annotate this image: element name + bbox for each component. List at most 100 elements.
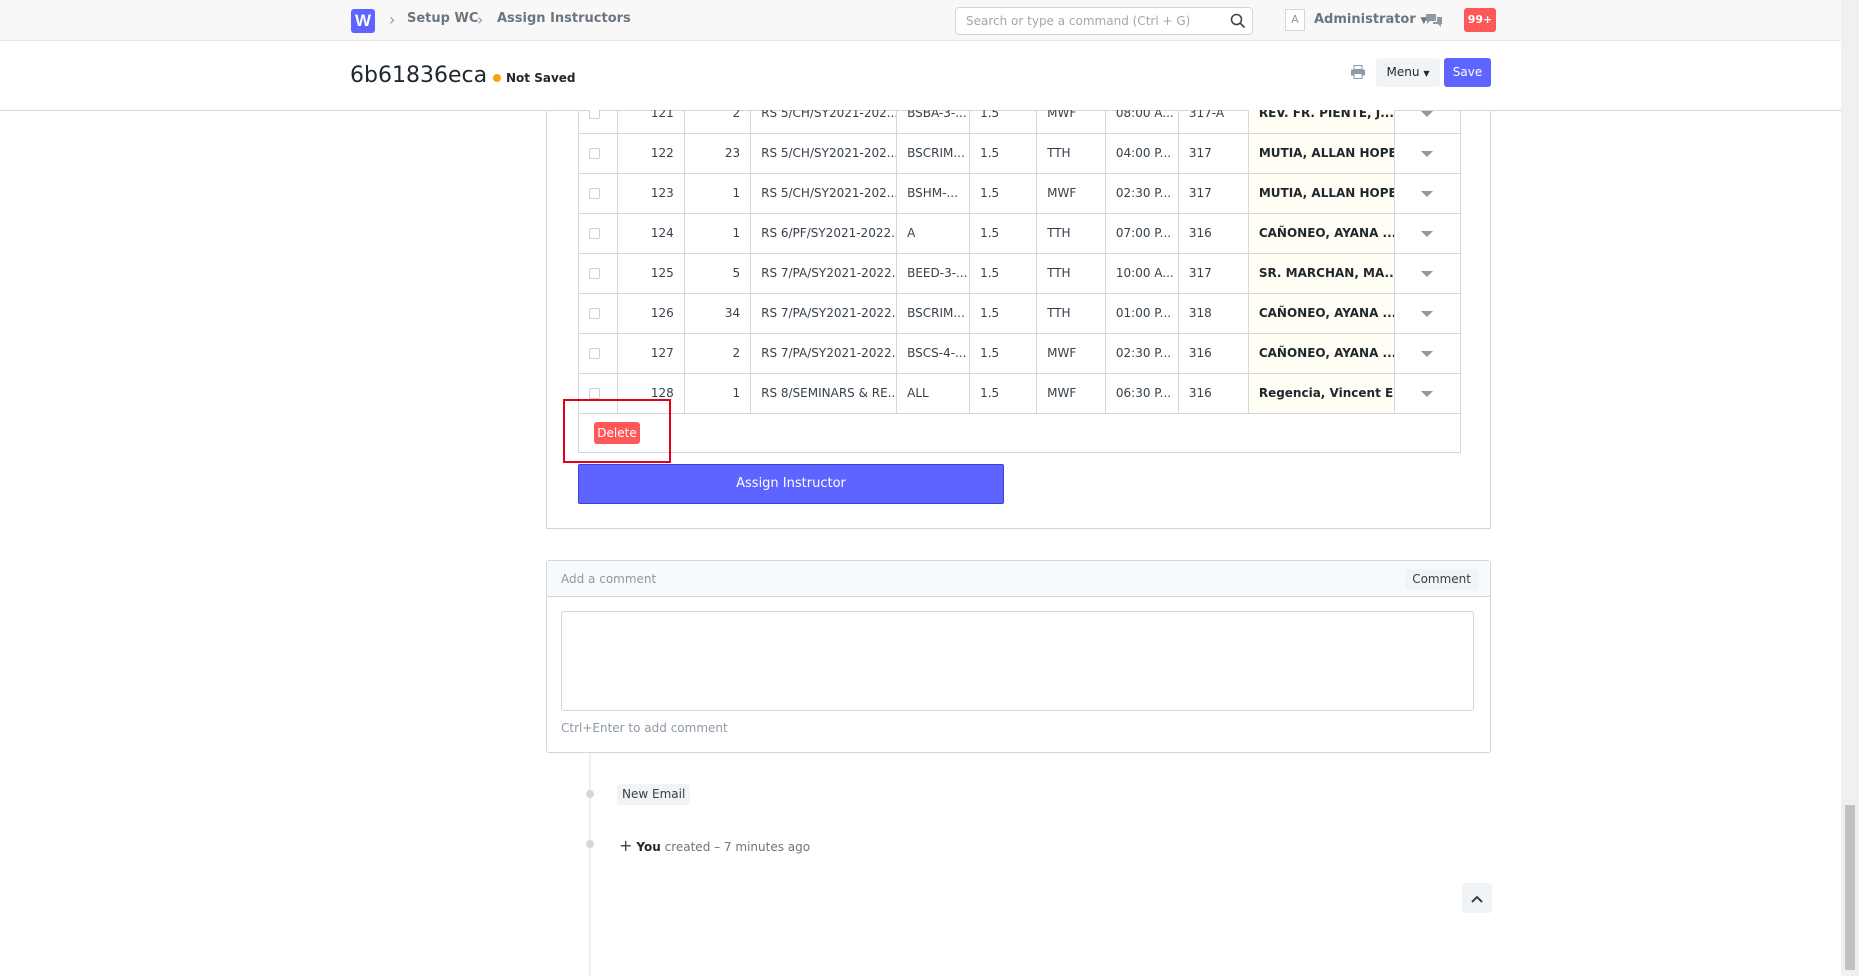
cell-idx[interactable]: 121	[617, 110, 685, 134]
cell-instructor[interactable]: Regencia, Vincent E...	[1248, 373, 1395, 414]
row-checkbox[interactable]	[589, 148, 600, 159]
cell-time[interactable]: 01:00 P...	[1105, 293, 1179, 334]
notifications-badge[interactable]: 99+	[1464, 8, 1496, 32]
cell-subject[interactable]: RS 8/SEMINARS & RE...	[750, 373, 898, 414]
menu-button[interactable]: Menu ▼	[1376, 58, 1440, 87]
table-row[interactable]: 124 1 RS 6/PF/SY2021-2022... A 1.5 TTH 07:00 P…	[579, 213, 1460, 254]
cell-days[interactable]: MWF	[1036, 110, 1106, 134]
cell-days[interactable]: MWF	[1036, 173, 1106, 214]
cell-time[interactable]: 02:30 P...	[1105, 173, 1179, 214]
row-checkbox[interactable]	[589, 348, 600, 359]
search-icon[interactable]	[1230, 13, 1246, 29]
cell-qty[interactable]: 1	[684, 213, 752, 254]
cell-instructor[interactable]: CAÑONEO, AYANA ...	[1248, 293, 1395, 334]
breadcrumb-assign-instructors[interactable]: Assign Instructors	[497, 11, 631, 26]
breadcrumb-setup-wc[interactable]: Setup WC	[407, 11, 478, 26]
cell-room[interactable]: 317	[1178, 253, 1249, 294]
cell-time[interactable]: 10:00 A...	[1105, 253, 1179, 294]
cell-days[interactable]: TTH	[1036, 293, 1106, 334]
row-checkbox[interactable]	[589, 388, 600, 399]
cell-time[interactable]: 02:30 P...	[1105, 333, 1179, 374]
search-input[interactable]	[956, 8, 1218, 34]
cell-room[interactable]: 317	[1178, 133, 1249, 174]
row-dropdown-icon[interactable]	[1421, 231, 1434, 237]
cell-days[interactable]: TTH	[1036, 133, 1106, 174]
cell-units[interactable]: 1.5	[969, 333, 1038, 374]
cell-section[interactable]: BEED-3-...	[896, 253, 971, 294]
cell-section[interactable]: BSHM-...	[896, 173, 971, 214]
cell-instructor[interactable]: REV. FR. PIENTE, J...	[1248, 110, 1395, 134]
scroll-to-top-button[interactable]	[1462, 883, 1492, 913]
row-dropdown-icon[interactable]	[1421, 391, 1434, 397]
cell-room[interactable]: 317-A	[1178, 110, 1249, 134]
table-row[interactable]: 122 23 RS 5/CH/SY2021-202... BSCRIM... 1.5 TT…	[579, 133, 1460, 174]
cell-time[interactable]: 04:00 P...	[1105, 133, 1179, 174]
row-checkbox[interactable]	[589, 268, 600, 279]
cell-section[interactable]: BSCS-4-...	[896, 333, 971, 374]
delete-rows-button[interactable]: Delete	[594, 422, 640, 444]
cell-room[interactable]: 316	[1178, 333, 1249, 374]
cell-time[interactable]: 08:00 A...	[1105, 110, 1179, 134]
cell-section[interactable]: BSBA-3-...	[896, 110, 971, 134]
row-dropdown-icon[interactable]	[1421, 351, 1434, 357]
cell-room[interactable]: 316	[1178, 373, 1249, 414]
cell-qty[interactable]: 23	[684, 133, 752, 174]
cell-qty[interactable]: 5	[684, 253, 752, 294]
cell-subject[interactable]: RS 7/PA/SY2021-2022...	[750, 333, 898, 374]
cell-units[interactable]: 1.5	[969, 110, 1038, 134]
cell-units[interactable]: 1.5	[969, 293, 1038, 334]
cell-units[interactable]: 1.5	[969, 133, 1038, 174]
cell-section[interactable]: A	[896, 213, 971, 254]
cell-days[interactable]: MWF	[1036, 333, 1106, 374]
cell-days[interactable]: TTH	[1036, 253, 1106, 294]
table-row[interactable]: 128 1 RS 8/SEMINARS & RE... ALL 1.5 MWF 06:30 …	[579, 373, 1460, 414]
cell-idx[interactable]: 124	[617, 213, 685, 254]
row-dropdown-icon[interactable]	[1421, 191, 1434, 197]
app-logo[interactable]: W	[351, 9, 375, 33]
cell-section[interactable]: ALL	[896, 373, 971, 414]
cell-idx[interactable]: 126	[617, 293, 685, 334]
cell-subject[interactable]: RS 7/PA/SY2021-2022...	[750, 253, 898, 294]
cell-instructor[interactable]: MUTIA, ALLAN HOPE	[1248, 133, 1395, 174]
cell-units[interactable]: 1.5	[969, 253, 1038, 294]
cell-subject[interactable]: RS 5/CH/SY2021-202...	[750, 133, 898, 174]
cell-days[interactable]: TTH	[1036, 213, 1106, 254]
table-row[interactable]: 121 2 RS 5/CH/SY2021-202... BSBA-3-... 1.5 MW…	[579, 110, 1460, 134]
cell-units[interactable]: 1.5	[969, 173, 1038, 214]
cell-time[interactable]: 07:00 P...	[1105, 213, 1179, 254]
row-checkbox[interactable]	[589, 110, 600, 119]
cell-subject[interactable]: RS 5/CH/SY2021-202...	[750, 110, 898, 134]
cell-subject[interactable]: RS 5/CH/SY2021-202...	[750, 173, 898, 214]
comment-input[interactable]	[561, 611, 1474, 711]
cell-idx[interactable]: 122	[617, 133, 685, 174]
avatar[interactable]: A	[1285, 9, 1305, 31]
table-row[interactable]: 125 5 RS 7/PA/SY2021-2022... BEED-3-... 1.5 T…	[579, 253, 1460, 294]
cell-instructor[interactable]: MUTIA, ALLAN HOPE	[1248, 173, 1395, 214]
new-email-button[interactable]: New Email	[617, 784, 691, 805]
cell-qty[interactable]: 1	[684, 173, 752, 214]
cell-section[interactable]: BSCRIM...	[896, 293, 971, 334]
cell-units[interactable]: 1.5	[969, 373, 1038, 414]
assign-instructor-button[interactable]: Assign Instructor	[578, 464, 1004, 504]
cell-days[interactable]: MWF	[1036, 373, 1106, 414]
page-scrollbar[interactable]	[1841, 0, 1859, 976]
cell-instructor[interactable]: SR. MARCHAN, MA....	[1248, 253, 1395, 294]
cell-room[interactable]: 317	[1178, 173, 1249, 214]
save-button[interactable]: Save	[1444, 58, 1491, 87]
cell-room[interactable]: 318	[1178, 293, 1249, 334]
cell-idx[interactable]: 123	[617, 173, 685, 214]
user-dropdown[interactable]: Administrator ▼	[1314, 12, 1427, 27]
row-checkbox[interactable]	[589, 308, 600, 319]
cell-qty[interactable]: 1	[684, 373, 752, 414]
scrollbar-thumb[interactable]	[1845, 805, 1855, 970]
row-dropdown-icon[interactable]	[1421, 151, 1434, 157]
row-checkbox[interactable]	[589, 228, 600, 239]
cell-section[interactable]: BSCRIM...	[896, 133, 971, 174]
table-row[interactable]: 123 1 RS 5/CH/SY2021-202... BSHM-... 1.5 MWF 0…	[579, 173, 1460, 214]
cell-units[interactable]: 1.5	[969, 213, 1038, 254]
print-icon[interactable]	[1350, 65, 1366, 79]
cell-subject[interactable]: RS 7/PA/SY2021-2022...	[750, 293, 898, 334]
cell-room[interactable]: 316	[1178, 213, 1249, 254]
cell-qty[interactable]: 2	[684, 110, 752, 134]
comment-button[interactable]: Comment	[1405, 569, 1478, 590]
